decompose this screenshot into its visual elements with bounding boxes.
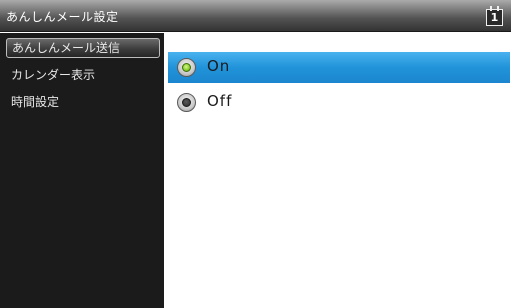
page-title: あんしんメール設定 [6,10,119,24]
settings-panel: On Off [164,33,511,308]
sidebar-item-calendar-display[interactable]: カレンダー表示 [6,65,160,85]
calendar-icon: 1 [486,6,503,26]
option-on-label: On [207,57,231,75]
calendar-day: 1 [490,11,499,24]
radio-dot-icon [182,63,191,72]
option-on[interactable]: On [168,52,510,83]
radio-off-icon[interactable] [177,93,196,112]
option-off-label: Off [207,92,233,110]
title-bar: あんしんメール設定 1 [0,0,511,32]
sidebar: あんしんメール送信 カレンダー表示 時間設定 [0,33,164,308]
sidebar-item-anshin-mail-send[interactable]: あんしんメール送信 [6,38,160,58]
option-off[interactable]: Off [168,87,510,118]
sidebar-item-time-settings[interactable]: 時間設定 [6,92,160,112]
radio-dot-icon [182,98,191,107]
radio-on-icon[interactable] [177,58,196,77]
